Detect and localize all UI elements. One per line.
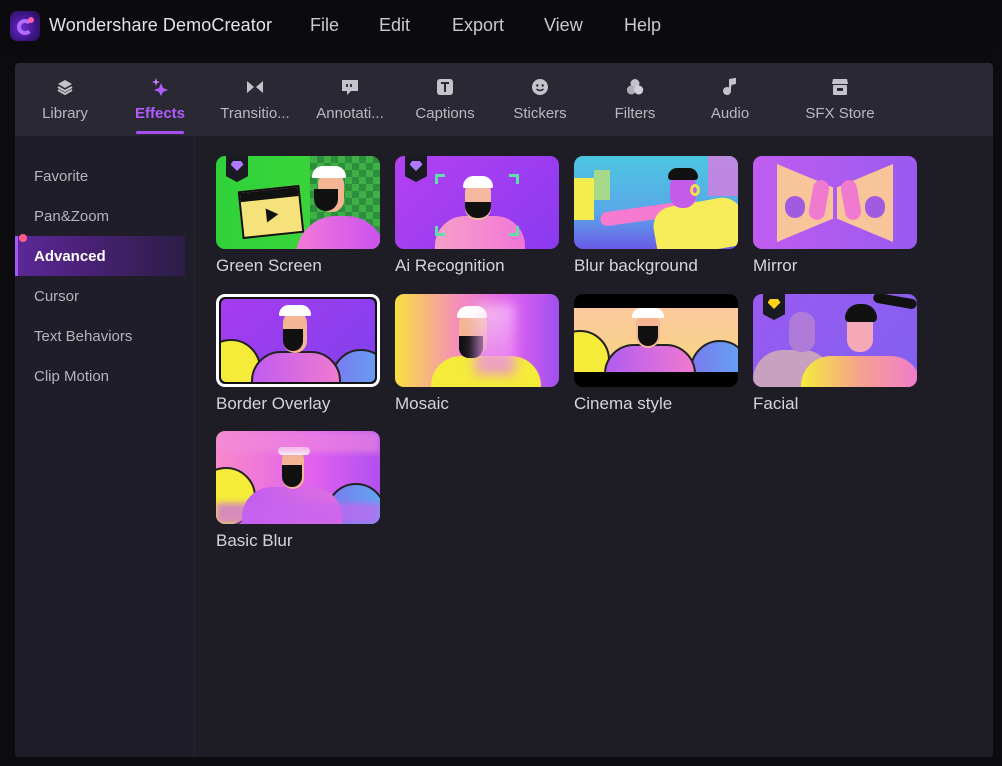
captions-icon [436,78,454,96]
sidebar-item-cursor[interactable]: Cursor [15,276,185,316]
menu-help[interactable]: Help [624,15,661,36]
effect-label: Green Screen [216,256,322,275]
menu-file[interactable]: File [310,15,339,36]
effect-card-mosaic[interactable]: Mosaic [395,294,559,414]
effect-card-blur-background[interactable]: Blur background [574,156,738,276]
tab-transitions[interactable]: Transitio... [218,63,292,136]
transition-icon [246,78,264,96]
tab-effects[interactable]: Effects [130,63,190,136]
filters-icon [626,78,644,96]
tab-library[interactable]: Library [32,63,98,136]
effects-grid: Green Screen Ai Recognition Blur backgro… [196,136,993,757]
effect-label: Mirror [753,256,798,275]
title-bar: Wondershare DemoCreator File Edit Export… [0,0,1002,52]
effect-thumbnail [216,431,380,524]
menu-view[interactable]: View [544,15,583,36]
effect-label: Basic Blur [216,531,293,550]
active-tab-indicator [136,131,184,134]
store-icon [831,78,849,96]
category-sidebar: Favorite Pan&Zoom Advanced Cursor Text B… [15,136,195,757]
tab-stickers[interactable]: Stickers [510,63,570,136]
sparkles-icon [151,78,169,96]
effect-label: Border Overlay [216,394,331,413]
sticker-icon [531,78,549,96]
effect-thumbnail [395,294,559,387]
sidebar-item-favorite[interactable]: Favorite [15,156,185,196]
sidebar-item-advanced[interactable]: Advanced [15,234,185,276]
effect-card-cinema-style[interactable]: Cinema style [574,294,738,414]
tab-sfx-store[interactable]: SFX Store [805,63,875,136]
effect-thumbnail [574,294,738,387]
sidebar-item-label: Advanced [34,247,106,265]
effect-label: Facial [753,394,799,413]
effects-panel: Library Effects Transitio... Annotati... [15,63,993,757]
notification-dot [19,234,27,242]
tab-filters[interactable]: Filters [607,63,663,136]
effect-label: Cinema style [574,394,673,413]
effect-thumbnail [574,156,738,249]
effect-thumbnail [753,156,917,249]
tab-audio[interactable]: Audio [705,63,755,136]
effect-card-mirror[interactable]: Mirror [753,156,917,276]
menu-edit[interactable]: Edit [379,15,410,36]
app-logo-icon [10,11,40,41]
sidebar-item-text-behaviors[interactable]: Text Behaviors [15,316,185,356]
menu-export[interactable]: Export [452,15,504,36]
app-title: Wondershare DemoCreator [49,15,273,35]
music-note-icon [721,78,739,96]
effect-thumbnail [216,294,380,387]
annotation-icon [341,78,359,96]
effect-card-ai-recognition[interactable]: Ai Recognition [395,156,559,276]
layers-icon [56,78,74,96]
window-edge [994,0,1002,766]
sidebar-item-clip-motion[interactable]: Clip Motion [15,356,185,396]
sidebar-item-pan-zoom[interactable]: Pan&Zoom [15,196,185,236]
tab-annotations[interactable]: Annotati... [315,63,385,136]
effect-card-basic-blur[interactable]: Basic Blur [216,431,380,551]
effect-label: Ai Recognition [395,256,505,275]
effect-label: Mosaic [395,394,449,413]
tab-captions[interactable]: Captions [413,63,477,136]
tab-bar: Library Effects Transitio... Annotati... [15,63,993,136]
effect-card-green-screen[interactable]: Green Screen [216,156,380,276]
effect-label: Blur background [574,256,698,275]
effect-card-border-overlay[interactable]: Border Overlay [216,294,380,414]
effect-card-facial[interactable]: Facial [753,294,917,414]
